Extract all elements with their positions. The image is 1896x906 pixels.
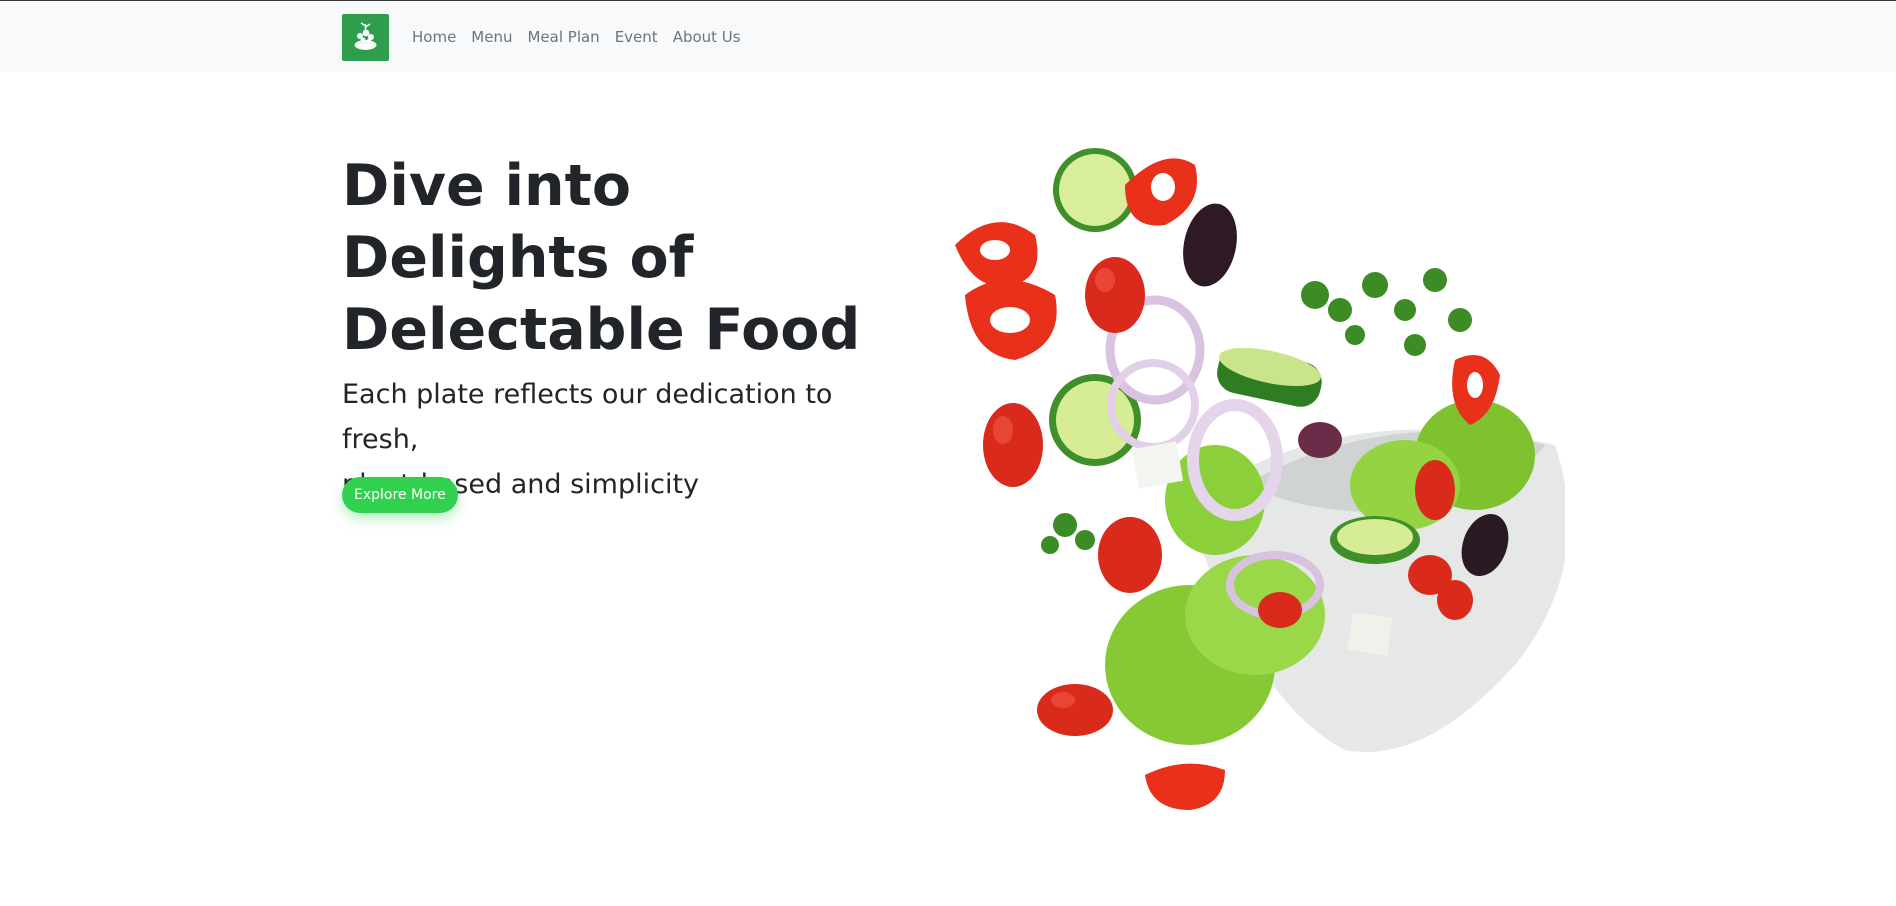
hero-title-line-2: Delights of <box>342 225 694 291</box>
nav-link-home[interactable]: Home <box>412 27 456 47</box>
explore-more-button[interactable]: Explore More <box>342 477 458 513</box>
flying-salad-bowl-image <box>955 148 1565 810</box>
nav-links: Home Menu Meal Plan Event About Us <box>412 27 756 47</box>
nav-link-about-us[interactable]: About Us <box>673 27 741 47</box>
hero-title: Dive into Delights of Delectable Food <box>342 150 902 366</box>
brand-logo[interactable] <box>342 14 389 61</box>
nav-link-event[interactable]: Event <box>615 27 658 47</box>
salad-leaf-logo-icon <box>354 22 377 50</box>
nav-link-meal-plan[interactable]: Meal Plan <box>527 27 599 47</box>
hero-title-line-1: Dive into <box>342 153 632 219</box>
hero-subtitle-line-1: Each plate reflects our dedication to fr… <box>342 379 833 455</box>
navbar: Home Menu Meal Plan Event About Us <box>0 0 1896 72</box>
nav-link-menu[interactable]: Menu <box>471 27 512 47</box>
hero-title-line-3: Delectable Food <box>342 297 861 363</box>
